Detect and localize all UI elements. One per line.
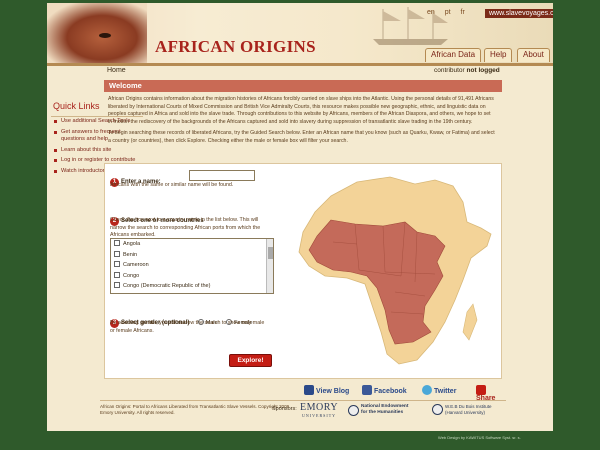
checkbox[interactable] xyxy=(114,271,120,278)
madagascar xyxy=(462,303,478,341)
language-switcher: en pt fr xyxy=(427,9,473,16)
wordpress-icon xyxy=(304,385,314,395)
contributor-label: contributor xyxy=(434,67,465,74)
twitter-link[interactable]: Twitter xyxy=(422,385,456,395)
guided-search-panel: 1 Enter a name: Africans with the same or… xyxy=(104,163,502,379)
contributor-status: contributor not logged xyxy=(434,67,500,74)
facebook-link[interactable]: Facebook xyxy=(362,385,407,395)
site-header: AFRICAN ORIGINS en pt fr www.slavevoyage… xyxy=(47,3,553,66)
checkbox[interactable] xyxy=(114,282,120,288)
checkbox[interactable] xyxy=(114,250,120,257)
country-list-scrollbar[interactable] xyxy=(266,239,273,293)
country-list[interactable]: Angola Benin Cameroon Congo Congo (Democ… xyxy=(110,238,274,294)
step-3-description: By selecting gender, you will narrow the… xyxy=(110,320,265,334)
country-label: Angola xyxy=(123,241,141,247)
step-2-description: Check the box next to a country name in … xyxy=(110,217,261,239)
login-status: not logged xyxy=(466,67,500,74)
african-data-button[interactable]: African Data xyxy=(425,48,482,62)
social-links: View Blog Facebook Twitter Share xyxy=(300,384,506,402)
intro-paragraph-2: To begin searching these records of libe… xyxy=(108,130,495,144)
emory-subtitle: UNIVERSITY xyxy=(302,413,337,418)
site-logo[interactable]: AFRICAN ORIGINS xyxy=(155,37,316,57)
scrollbar-thumb[interactable] xyxy=(268,247,273,259)
footer-divider xyxy=(100,400,506,401)
footer-copyright: African Origins: Portal to Africans Libe… xyxy=(100,404,290,416)
country-label: Congo (Democratic Republic of the) xyxy=(123,283,211,289)
step-1-description: Africans with the same or similar name w… xyxy=(110,182,234,188)
welcome-heading: Welcome xyxy=(104,80,502,92)
neh-logo[interactable]: National Endowment for the Humanities xyxy=(348,404,408,416)
twitter-label: Twitter xyxy=(434,388,457,395)
explore-button[interactable]: Explore! xyxy=(229,354,272,367)
header-portrait-image xyxy=(47,3,147,66)
lang-fr[interactable]: fr xyxy=(461,9,465,16)
lang-en[interactable]: en xyxy=(427,9,435,16)
country-label: Cameroon xyxy=(123,262,149,268)
quick-links-title: Quick Links xyxy=(53,101,100,111)
country-label: Benin xyxy=(123,251,138,258)
emory-name: EMORY xyxy=(300,402,339,413)
share-icon xyxy=(476,385,486,395)
checkbox[interactable] xyxy=(114,261,120,267)
view-blog-label: View Blog xyxy=(316,388,350,395)
sponsors-label: Sponsors: xyxy=(272,406,297,412)
intro-paragraph-1: African Origins contains information abo… xyxy=(108,96,494,125)
neh-line-1: National Endowment xyxy=(361,404,409,409)
country-option[interactable]: Benin xyxy=(111,250,273,261)
lang-pt[interactable]: pt xyxy=(445,9,451,16)
country-label: Congo xyxy=(123,272,140,279)
emory-logo[interactable]: EMORY UNIVERSITY xyxy=(300,402,338,418)
facebook-label: Facebook xyxy=(374,388,407,395)
dubois-line-2: (Harvard University) xyxy=(445,409,486,415)
country-option[interactable]: Angola xyxy=(111,239,273,250)
africa-map[interactable] xyxy=(295,172,495,372)
slavevoyages-link[interactable]: www.slavevoyages.org xyxy=(485,9,553,18)
country-option[interactable]: Congo xyxy=(111,271,273,282)
country-option[interactable]: Congo (Democratic Republic of the) xyxy=(111,281,273,292)
checkbox[interactable] xyxy=(114,240,120,246)
highlighted-region xyxy=(308,219,446,345)
dubois-line-1: W.E.B Du Bois Institute xyxy=(445,404,492,409)
dubois-institute-logo[interactable]: W.E.B Du Bois Institute (Harvard Univers… xyxy=(432,404,492,416)
twitter-icon xyxy=(422,385,432,395)
neh-line-2: for the Humanities xyxy=(361,410,404,416)
web-design-credit[interactable]: Web Design by KAWITUS Software Syst. sr.… xyxy=(438,435,521,440)
country-option[interactable]: Cameroon xyxy=(111,260,273,271)
breadcrumb-home[interactable]: Home xyxy=(107,67,126,74)
neh-seal-icon xyxy=(348,404,359,416)
about-button[interactable]: About xyxy=(517,48,550,62)
dubois-seal-icon xyxy=(432,404,443,416)
name-input[interactable] xyxy=(189,170,255,181)
facebook-icon xyxy=(362,385,372,395)
help-button[interactable]: Help xyxy=(484,48,513,62)
intro-text: African Origins contains information abo… xyxy=(108,96,496,149)
view-blog-link[interactable]: View Blog xyxy=(304,385,349,395)
logo-text: AFRICAN ORIGINS xyxy=(155,37,316,56)
